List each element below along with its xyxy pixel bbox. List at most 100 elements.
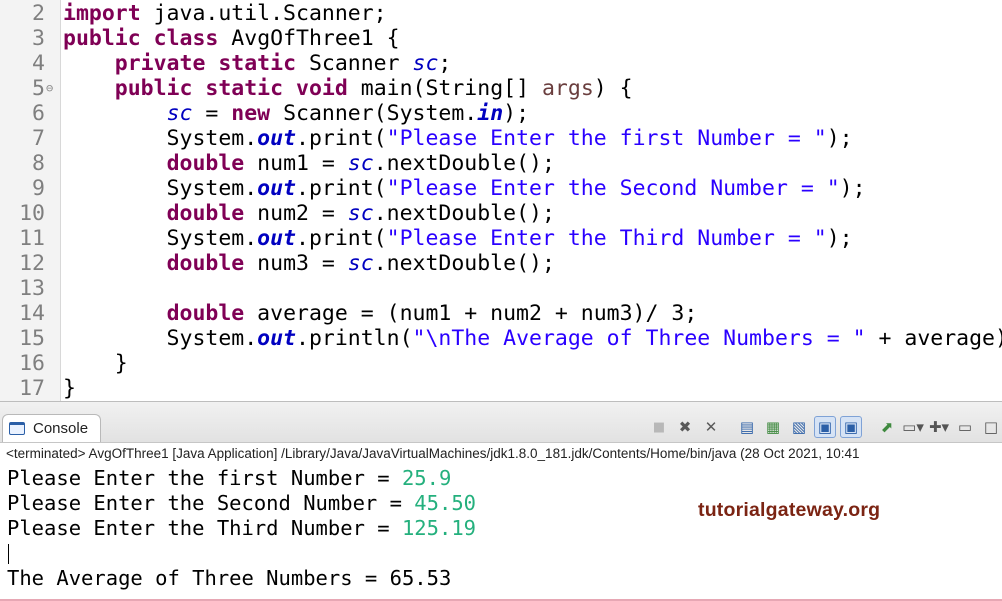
code-editor[interactable]: 2import java.util.Scanner;3 public class … [0, 0, 1002, 401]
terminate-icon[interactable]: ■ [648, 416, 670, 438]
word-wrap-icon[interactable]: ▧ [788, 416, 810, 438]
minimize-icon[interactable]: ▭ [954, 416, 976, 438]
code-token: java.util.Scanner; [141, 1, 387, 26]
code-token: Scanner [296, 51, 413, 76]
code-token: main(String[] [348, 76, 542, 101]
console-output-line: The Average of Three Numbers = 65.53 [0, 566, 1002, 591]
display-selected-console-icon[interactable]: ▭▾ [902, 416, 924, 438]
line-number: 16 [0, 351, 45, 376]
code-token: static [218, 51, 296, 76]
code-text: double average = (num1 + num2 + num3)/ 3… [63, 301, 697, 326]
code-token: ); [503, 101, 529, 126]
code-token: double [167, 251, 245, 276]
console-prompt-text: Please Enter the Second Number = [7, 491, 414, 515]
code-token: "Please Enter the first Number = " [387, 126, 827, 151]
code-token: .nextDouble(); [374, 251, 555, 276]
code-token [63, 101, 167, 126]
code-token: "Please Enter the Third Number = " [387, 226, 827, 251]
code-token [63, 76, 115, 101]
code-line[interactable]: 9 System.out.print("Please Enter the Sec… [0, 176, 1002, 201]
code-line[interactable]: 11 System.out.print("Please Enter the Th… [0, 226, 1002, 251]
code-token: double [167, 201, 245, 226]
code-line[interactable]: 15 System.out.println("\nThe Average of … [0, 326, 1002, 351]
code-token: .nextDouble(); [374, 151, 555, 176]
code-token: out [257, 226, 296, 251]
console-output-line: Please Enter the first Number = 25.9 [0, 466, 1002, 491]
code-token: out [257, 176, 296, 201]
watermark-text: tutorialgateway.org [698, 499, 880, 522]
console-output[interactable]: Please Enter the first Number = 25.9Plea… [0, 466, 1002, 601]
code-line[interactable]: 12 double num3 = sc.nextDouble(); [0, 251, 1002, 276]
line-number: 15 [0, 326, 45, 351]
code-token [63, 201, 167, 226]
console-prompt-text: Please Enter the Third Number = [7, 516, 402, 540]
code-text: private static Scanner sc; [63, 51, 451, 76]
remove-all-terminated-icon[interactable]: ✕ [700, 416, 722, 438]
code-line[interactable]: 13 [0, 276, 1002, 301]
code-text: public static void main(String[] args) { [63, 76, 633, 101]
code-token: Scanner(System. [270, 101, 477, 126]
code-text: System.out.print("Please Enter the Third… [63, 226, 853, 251]
pin-console-icon[interactable]: ⬈ [876, 416, 898, 438]
maximize-icon[interactable]: □ [980, 416, 1002, 438]
code-token: ); [840, 176, 866, 201]
code-line[interactable]: 17} [0, 376, 1002, 401]
code-token: = [192, 101, 231, 126]
console-prompt-text: Please Enter the first Number = [7, 466, 402, 490]
code-token: ); [827, 226, 853, 251]
code-token: static [205, 76, 283, 101]
line-number: 4 [0, 51, 45, 76]
code-token: num3 = [244, 251, 348, 276]
line-number: 3 [0, 26, 45, 51]
code-token: args [542, 76, 594, 101]
code-token: System. [63, 176, 257, 201]
code-token: out [257, 126, 296, 151]
code-line[interactable]: 4 private static Scanner sc; [0, 51, 1002, 76]
console-user-input: 25.9 [402, 466, 451, 490]
code-line[interactable]: 2import java.util.Scanner; [0, 1, 1002, 26]
clear-console-icon[interactable]: ▤ [736, 416, 758, 438]
show-on-stdout-icon[interactable]: ▣ [814, 416, 836, 438]
line-number: 7 [0, 126, 45, 151]
code-token [63, 301, 167, 326]
remove-launch-icon[interactable]: ✖ [674, 416, 696, 438]
console-tab[interactable]: Console [2, 414, 101, 442]
line-number: 14 [0, 301, 45, 326]
code-token: import [63, 1, 141, 26]
code-token: sc [167, 101, 193, 126]
code-token: + average); [866, 326, 1002, 351]
code-token: class [154, 26, 219, 51]
code-token: ); [827, 126, 853, 151]
code-token: out [257, 326, 296, 351]
scroll-lock-icon[interactable]: ▦ [762, 416, 784, 438]
code-token [63, 151, 167, 176]
code-line[interactable]: 10 double num2 = sc.nextDouble(); [0, 201, 1002, 226]
code-text: public class AvgOfThree1 { [63, 26, 400, 51]
show-on-stderr-icon[interactable]: ▣ [840, 416, 862, 438]
code-line[interactable]: 7 System.out.print("Please Enter the fir… [0, 126, 1002, 151]
line-number: 10 [0, 201, 45, 226]
code-token: void [296, 76, 348, 101]
code-token: public [115, 76, 193, 101]
code-lines[interactable]: 2import java.util.Scanner;3 public class … [0, 1, 1002, 401]
code-line[interactable]: 16 } [0, 351, 1002, 376]
code-line[interactable]: 3 public class AvgOfThree1 { [0, 26, 1002, 51]
code-token: new [231, 101, 270, 126]
code-line[interactable]: 6 sc = new Scanner(System.in); [0, 101, 1002, 126]
code-text: System.out.print("Please Enter the Secon… [63, 176, 866, 201]
fold-toggle-icon[interactable]: ⊖ [46, 76, 53, 101]
code-line[interactable]: 5⊖ public static void main(String[] args… [0, 76, 1002, 101]
open-console-icon[interactable]: ✚▾ [928, 416, 950, 438]
code-token [63, 251, 167, 276]
code-token: sc [413, 51, 439, 76]
console-header: Console ■ ✖ ✕ ▤ ▦ ▧ ▣ ▣ ⬈ ▭▾ ✚▾ ▭ □ [0, 402, 1002, 443]
line-number: 17 [0, 376, 45, 401]
code-line[interactable]: 14 double average = (num1 + num2 + num3)… [0, 301, 1002, 326]
code-line[interactable]: 8 double num1 = sc.nextDouble(); [0, 151, 1002, 176]
line-number: 13 [0, 276, 45, 301]
code-text: import java.util.Scanner; [63, 1, 387, 26]
code-token: double [167, 301, 245, 326]
code-token: } [63, 351, 128, 376]
code-token: .nextDouble(); [374, 201, 555, 226]
code-text: } [63, 376, 76, 401]
